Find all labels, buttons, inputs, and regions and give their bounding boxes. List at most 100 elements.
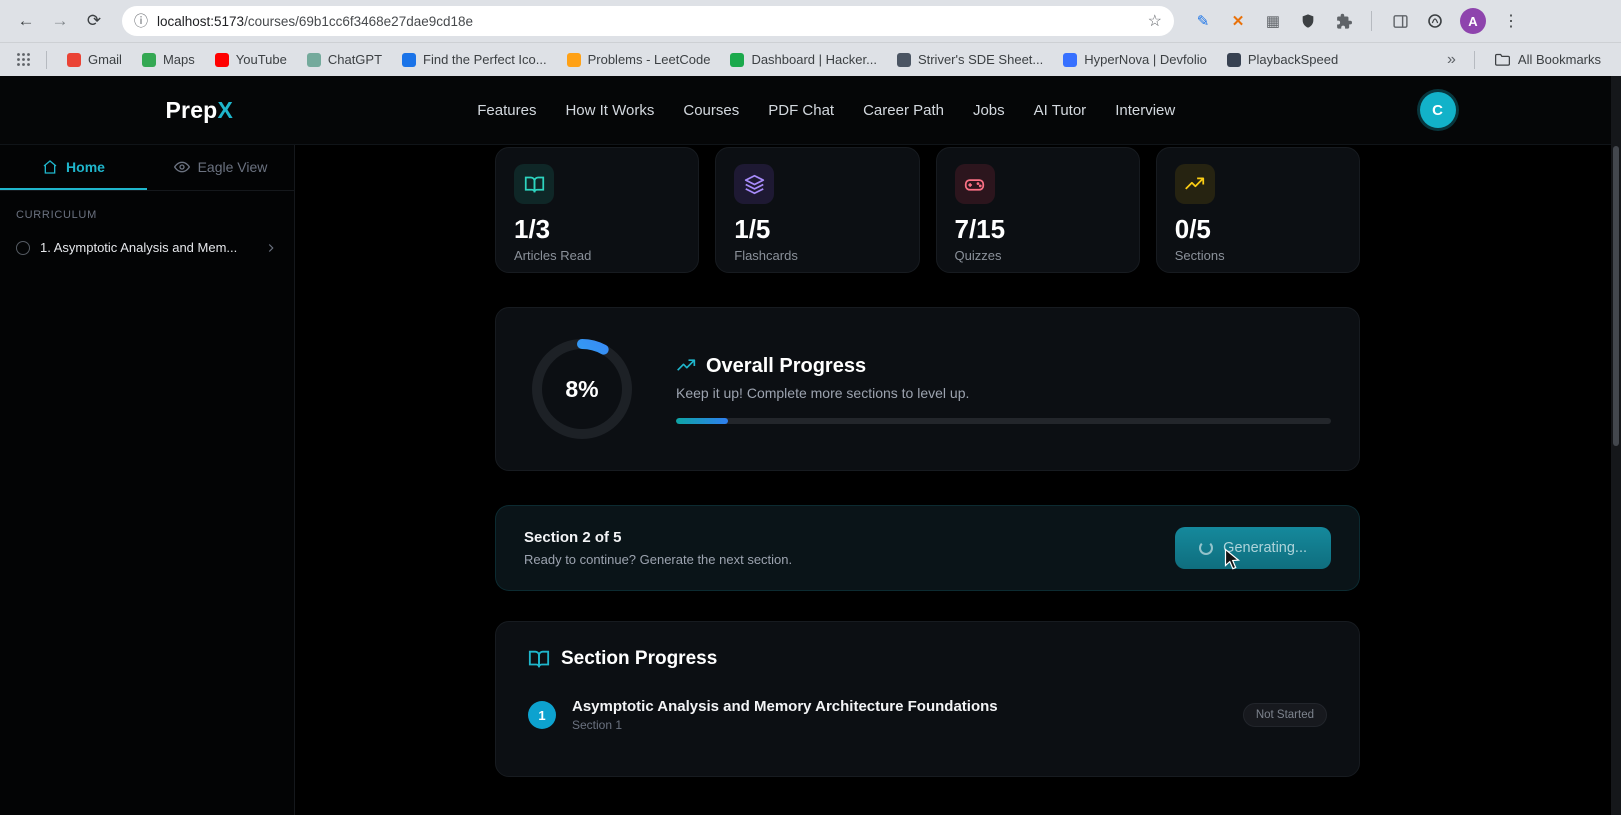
bookmark-favicon — [141, 52, 156, 67]
adblock-extension-icon[interactable] — [1424, 10, 1446, 32]
bookmark-list: Gmail Maps YouTube ChatGPT Find the Perf… — [59, 48, 1433, 71]
progress-bar-fill — [676, 417, 729, 424]
browser-menu-icon[interactable]: ⋮ — [1502, 11, 1520, 31]
bookmark-item[interactable]: Find the Perfect Ico... — [394, 48, 555, 71]
stats-row: 1/3 Articles Read 1/5 Flashcards 7/15 Qu… — [495, 147, 1360, 273]
url-host: localhost:5173 — [157, 13, 245, 29]
nav-interview[interactable]: Interview — [1115, 102, 1175, 119]
bookmark-favicon — [1063, 52, 1078, 67]
nav-jobs[interactable]: Jobs — [973, 102, 1005, 119]
bookmark-label: Find the Perfect Ico... — [423, 52, 547, 67]
bookmark-item[interactable]: PlaybackSpeed — [1219, 48, 1346, 71]
book-open-icon — [514, 164, 554, 204]
tab-eagle-view-label: Eagle View — [197, 158, 268, 175]
app-header: PrepX Features How It Works Courses PDF … — [0, 76, 1621, 145]
browser-profile-avatar[interactable]: A — [1460, 8, 1486, 34]
generate-section-button[interactable]: Generating... — [1175, 527, 1331, 569]
nav-career-path[interactable]: Career Path — [863, 102, 944, 119]
extensions-puzzle-icon[interactable] — [1332, 10, 1354, 32]
scrollbar-thumb[interactable] — [1613, 146, 1619, 446]
nav-pdf-chat[interactable]: PDF Chat — [768, 102, 834, 119]
nav-courses[interactable]: Courses — [683, 102, 739, 119]
sidebar-tabs: Home Eagle View — [0, 145, 294, 191]
all-bookmarks-label: All Bookmarks — [1517, 52, 1601, 67]
forward-button[interactable]: → — [46, 7, 74, 35]
section-item-subtitle: Section 1 — [572, 718, 623, 732]
bookmark-favicon — [1226, 52, 1241, 67]
apps-grid-icon[interactable] — [12, 49, 34, 71]
progress-percent: 8% — [565, 375, 599, 402]
curriculum-item-label: 1. Asymptotic Analysis and Mem... — [40, 240, 238, 255]
nav-ai-tutor[interactable]: AI Tutor — [1034, 102, 1087, 119]
stat-value: 0/5 — [1174, 214, 1211, 244]
bookmark-label: Striver's SDE Sheet... — [917, 52, 1044, 67]
shield-extension-icon[interactable] — [1297, 10, 1319, 32]
bookmark-item[interactable]: Gmail — [59, 48, 130, 71]
bookmark-item[interactable]: Maps — [134, 48, 203, 71]
progress-ring: 8% — [524, 331, 640, 447]
bookmark-favicon — [402, 52, 417, 67]
page-scrollbar[interactable] — [1611, 76, 1621, 815]
progress-circle-icon — [16, 240, 30, 255]
brand-accent: X — [217, 96, 233, 123]
tab-home[interactable]: Home — [0, 145, 147, 190]
tab-home-label: Home — [66, 158, 105, 175]
bookmark-item[interactable]: YouTube — [207, 48, 295, 71]
stat-card-flashcards: 1/5 Flashcards — [715, 147, 920, 273]
bookmark-item[interactable]: HyperNova | Devfolio — [1055, 48, 1215, 71]
section-item-title: Asymptotic Analysis and Memory Architect… — [572, 698, 998, 715]
grid-extension-icon[interactable]: ▦ — [1262, 10, 1284, 32]
stat-label: Articles Read — [514, 248, 592, 263]
bookmark-label: PlaybackSpeed — [1247, 52, 1339, 67]
edit-extension-icon[interactable]: ✎ — [1192, 10, 1214, 32]
bookmark-favicon — [214, 52, 229, 67]
bookmarks-bar: Gmail Maps YouTube ChatGPT Find the Perf… — [0, 42, 1621, 76]
site-info-icon[interactable]: ⓘ — [134, 11, 148, 31]
status-badge: Not Started — [1242, 703, 1327, 727]
brand-logo[interactable]: PrepX — [166, 97, 233, 124]
extension-x-icon[interactable]: ✕ — [1227, 10, 1249, 32]
address-bar[interactable]: ⓘ localhost:5173/courses/69b1cc6f3468e27… — [122, 6, 1174, 36]
user-avatar[interactable]: C — [1419, 92, 1456, 128]
bookmark-item[interactable]: Striver's SDE Sheet... — [889, 48, 1051, 71]
book-open-icon — [528, 648, 550, 670]
nav-features[interactable]: Features — [477, 102, 536, 119]
bookmark-label: Maps — [162, 52, 195, 67]
back-button[interactable]: ← — [12, 7, 40, 35]
sidebar: Home Eagle View CURRICULUM 1. Asymptotic… — [0, 145, 295, 815]
bookmark-favicon — [566, 52, 581, 67]
stat-label: Quizzes — [954, 248, 1002, 263]
tab-eagle-view[interactable]: Eagle View — [147, 145, 294, 190]
bookmark-item[interactable]: Problems - LeetCode — [559, 48, 719, 71]
main-content: 1/3 Articles Read 1/5 Flashcards 7/15 Qu… — [495, 145, 1360, 815]
bookmark-favicon — [306, 52, 321, 67]
section-number-badge: 1 — [528, 701, 556, 729]
curriculum-item[interactable]: 1. Asymptotic Analysis and Mem... — [0, 233, 294, 262]
stat-value: 7/15 — [954, 214, 1006, 244]
section-progress-title: Section Progress — [561, 648, 718, 669]
folder-icon — [1494, 53, 1510, 66]
gamepad-icon — [954, 164, 995, 204]
eye-icon — [173, 161, 190, 172]
side-panel-icon[interactable] — [1389, 10, 1411, 32]
bookmark-label: YouTube — [235, 52, 287, 67]
progress-bar — [676, 417, 1331, 424]
bookmark-item[interactable]: ChatGPT — [299, 48, 390, 71]
main-nav: Features How It Works Courses PDF Chat C… — [233, 102, 1420, 119]
url-text: localhost:5173/courses/69b1cc6f3468e27da… — [157, 14, 1139, 29]
extensions-row: ✎ ✕ ▦ — [1192, 10, 1446, 32]
section-progress-card: Section Progress 1 Asymptotic Analysis a… — [495, 621, 1360, 777]
bookmark-label: ChatGPT — [327, 52, 383, 67]
generate-button-label: Generating... — [1223, 540, 1307, 556]
stat-card-sections: 0/5 Sections — [1155, 147, 1360, 273]
browser-toolbar: ← → ⟳ ⓘ localhost:5173/courses/69b1cc6f3… — [0, 0, 1621, 42]
reload-button[interactable]: ⟳ — [80, 7, 108, 35]
bookmarks-overflow-icon[interactable]: » — [1441, 51, 1462, 69]
bookmark-label: Dashboard | Hacker... — [751, 52, 877, 67]
bookmark-item[interactable]: Dashboard | Hacker... — [722, 48, 885, 71]
all-bookmarks-button[interactable]: All Bookmarks — [1487, 48, 1609, 71]
bookmark-favicon — [730, 52, 745, 67]
section-item[interactable]: 1 Asymptotic Analysis and Memory Archite… — [528, 698, 1327, 732]
nav-how-it-works[interactable]: How It Works — [565, 102, 654, 119]
bookmark-star-icon[interactable]: ☆ — [1148, 11, 1162, 31]
